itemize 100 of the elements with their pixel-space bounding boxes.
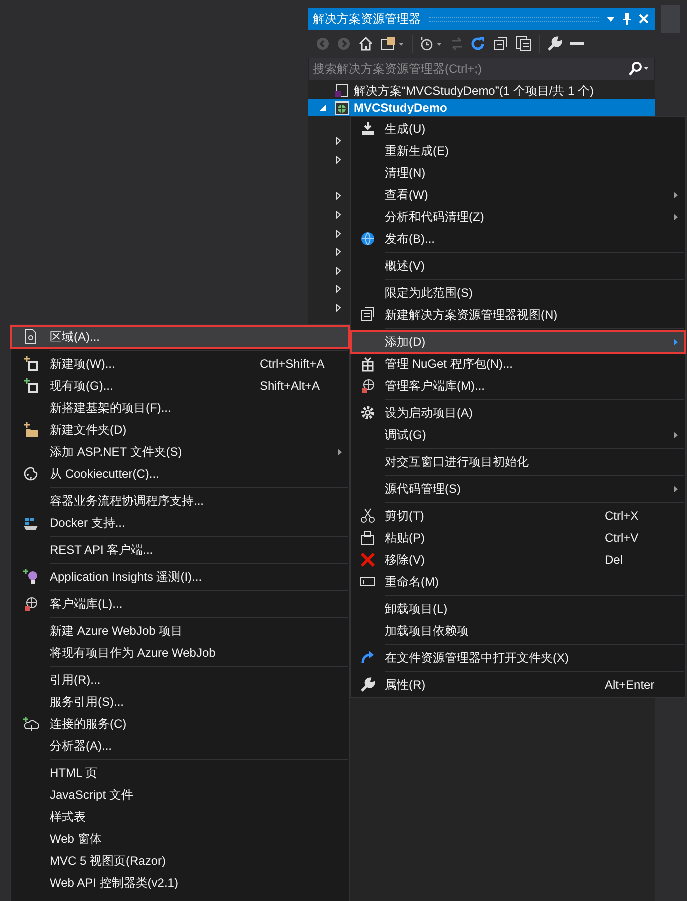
package-icon bbox=[360, 356, 376, 372]
submenu-arrow-icon bbox=[674, 192, 678, 198]
web-project-icon bbox=[334, 100, 350, 116]
scissors-icon bbox=[360, 508, 376, 524]
menu-item[interactable]: 移除(V) Del bbox=[351, 549, 685, 571]
menu-item[interactable]: Web API 控制器类(v2.1) bbox=[11, 872, 349, 894]
collapsed-arrow-icon[interactable] bbox=[336, 266, 341, 275]
switch-views-icon[interactable] bbox=[381, 36, 405, 52]
menu-item[interactable]: 设为启动项目(A) bbox=[351, 402, 685, 424]
menu-item[interactable]: 服务引用(S)... bbox=[11, 691, 349, 713]
clipboard-icon bbox=[360, 530, 376, 546]
menu-item[interactable]: 限定为此范围(S) bbox=[351, 282, 685, 304]
history-icon[interactable] bbox=[420, 36, 444, 52]
menu-item[interactable]: 重新生成(E) bbox=[351, 140, 685, 162]
menu-item[interactable]: 新建解决方案资源管理器视图(N) bbox=[351, 304, 685, 326]
menu-item[interactable]: 清理(N) bbox=[351, 162, 685, 184]
collapsed-arrow-icon[interactable] bbox=[336, 230, 341, 238]
tree-label: 解决方案“MVCStudyDemo”(1 个项目/共 1 个) bbox=[354, 82, 594, 100]
menu-item[interactable]: 粘贴(P) Ctrl+V bbox=[351, 527, 685, 549]
tree-row[interactable]: 解决方案“MVCStudyDemo”(1 个项目/共 1 个) bbox=[308, 82, 655, 99]
menu-item[interactable]: 样式表 bbox=[11, 806, 349, 828]
menu-item[interactable]: 概述(V) bbox=[351, 255, 685, 277]
menu-item[interactable]: 引用(R)... bbox=[11, 669, 349, 691]
menu-item[interactable]: 调试(G) bbox=[351, 424, 685, 446]
menu-item[interactable]: 属性(R) Alt+Enter bbox=[351, 674, 685, 696]
globe-icon bbox=[360, 231, 376, 247]
menu-item[interactable]: HTML 页 bbox=[11, 762, 349, 784]
collapsed-arrow-icon[interactable] bbox=[336, 156, 341, 164]
menu-item[interactable]: 卸载项目(L) bbox=[351, 598, 685, 620]
menu-item[interactable]: 新建文件夹(D) bbox=[11, 419, 349, 441]
collapsed-arrow-icon[interactable] bbox=[336, 248, 341, 256]
shortcut-text: Ctrl+Shift+A bbox=[260, 356, 326, 373]
menu-item[interactable]: 区域(A)... bbox=[11, 326, 349, 348]
shortcut-text: Del bbox=[605, 552, 624, 569]
menu-item[interactable]: 剪切(T) Ctrl+X bbox=[351, 505, 685, 527]
arrow-icon bbox=[360, 650, 376, 666]
menu-item[interactable]: 将现有项目作为 Azure WebJob bbox=[11, 642, 349, 664]
menu-item[interactable]: 客户端库(L)... bbox=[11, 593, 349, 615]
collapsed-arrow-icon[interactable] bbox=[336, 285, 341, 294]
close-icon[interactable] bbox=[639, 14, 649, 24]
menu-item[interactable]: 分析器(A)... bbox=[11, 735, 349, 757]
submenu-arrow-icon bbox=[674, 214, 678, 220]
menu-item[interactable]: 管理客户端库(M)... bbox=[351, 375, 685, 397]
menu-item[interactable]: Web 窗体 bbox=[11, 828, 349, 850]
menu-item[interactable]: 现有项(G)... Shift+Alt+A bbox=[11, 375, 349, 397]
gear-icon bbox=[360, 405, 376, 421]
menu-item[interactable]: 新建 Azure WebJob 项目 bbox=[11, 620, 349, 642]
menu-item[interactable]: 管理 NuGet 程序包(N)... bbox=[351, 353, 685, 375]
menu-item[interactable]: Docker 支持... bbox=[11, 512, 349, 534]
menu-item[interactable]: 新搭建基架的项目(F)... bbox=[11, 397, 349, 419]
menu-item[interactable]: 对交互窗口进行项目初始化 bbox=[351, 451, 685, 473]
panel-title: 解决方案资源管理器 bbox=[313, 11, 421, 28]
home-icon[interactable] bbox=[358, 36, 374, 52]
solution-icon bbox=[334, 82, 350, 98]
menu-item[interactable]: 容器业务流程协调程序支持... bbox=[11, 490, 349, 512]
expanded-arrow-icon[interactable] bbox=[320, 104, 326, 110]
collapsed-arrow-icon[interactable] bbox=[336, 137, 341, 146]
menu-item[interactable]: REST API 客户端... bbox=[11, 539, 349, 561]
menu-item[interactable]: Application Insights 遥测(I)... bbox=[11, 566, 349, 588]
menu-item[interactable]: 添加(D) bbox=[351, 331, 685, 353]
collapsed-arrow-icon[interactable] bbox=[336, 192, 341, 200]
minus-icon[interactable] bbox=[570, 42, 584, 46]
collapse-all-icon[interactable] bbox=[493, 36, 509, 52]
submenu-arrow-icon bbox=[674, 432, 678, 438]
submenu-arrow-icon bbox=[338, 448, 342, 456]
menu-item[interactable]: JavaScript 文件 bbox=[11, 784, 349, 806]
menu-item[interactable]: 重命名(M) bbox=[351, 571, 685, 593]
menu-item[interactable]: 连接的服务(C) bbox=[11, 713, 349, 735]
remove-icon bbox=[360, 552, 376, 568]
pin-icon[interactable] bbox=[623, 13, 631, 25]
menu-item[interactable]: 查看(W) bbox=[351, 184, 685, 206]
menu-item[interactable]: 发布(B)... bbox=[351, 228, 685, 250]
wrench-icon[interactable] bbox=[547, 36, 563, 52]
menu-item[interactable]: MVC 5 视图页(Razor) bbox=[11, 850, 349, 872]
search-input[interactable]: 搜索解决方案资源管理器(Ctrl+;) bbox=[313, 60, 628, 78]
menu-item[interactable]: 在文件资源管理器中打开文件夹(X) bbox=[351, 647, 685, 669]
refresh-icon[interactable] bbox=[470, 36, 486, 52]
collapsed-arrow-icon[interactable] bbox=[336, 304, 341, 312]
shortcut-text: Shift+Alt+A bbox=[260, 378, 322, 395]
search-field[interactable]: 搜索解决方案资源管理器(Ctrl+;) bbox=[309, 58, 654, 80]
palette-icon bbox=[22, 466, 38, 482]
new-folder-icon bbox=[22, 422, 38, 438]
submenu-arrow-icon bbox=[674, 486, 678, 492]
collapsed-arrow-icon[interactable] bbox=[336, 211, 341, 220]
menu-item[interactable]: 添加 ASP.NET 文件夹(S) bbox=[11, 441, 349, 463]
show-all-files-icon[interactable] bbox=[516, 36, 532, 52]
menu-item[interactable]: 新建项(W)... Ctrl+Shift+A bbox=[11, 353, 349, 375]
menu-item[interactable]: 分析和代码清理(Z) bbox=[351, 206, 685, 228]
client-library-icon bbox=[360, 378, 376, 394]
new-item-icon bbox=[22, 356, 38, 372]
menu-item[interactable]: 源代码管理(S) bbox=[351, 478, 685, 500]
tree-row[interactable]: MVCStudyDemo bbox=[308, 99, 655, 116]
menu-item[interactable]: 加载项目依赖项 bbox=[351, 620, 685, 642]
shortcut-text: Alt+Enter bbox=[605, 677, 656, 694]
dropdown-icon[interactable] bbox=[607, 16, 615, 22]
search-icon[interactable] bbox=[628, 62, 650, 76]
menu-item[interactable]: 生成(U) bbox=[351, 118, 685, 140]
tree-label: MVCStudyDemo bbox=[354, 100, 448, 116]
area-icon bbox=[22, 329, 38, 345]
menu-item[interactable]: 从 Cookiecutter(C)... bbox=[11, 463, 349, 485]
